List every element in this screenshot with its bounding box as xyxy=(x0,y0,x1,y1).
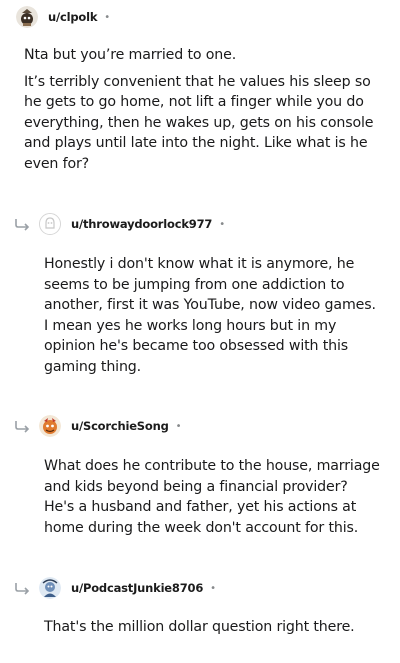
reply-arrow-icon xyxy=(15,421,30,433)
comment-paragraph: What does he contribute to the house, ma… xyxy=(44,458,380,536)
comment-header: u/PodcastJunkie8706 • xyxy=(39,576,216,600)
comment-body: Nta but you’re married to one. It’s terr… xyxy=(24,45,386,175)
separator-dot: • xyxy=(219,218,226,230)
comment-header: u/ScorchieSong • xyxy=(39,414,182,438)
avatar[interactable] xyxy=(39,213,61,235)
comment-header: u/clpolk • xyxy=(16,5,110,29)
avatar[interactable] xyxy=(39,577,61,599)
comment-paragraph: That's the million dollar question right… xyxy=(44,619,355,635)
avatar[interactable] xyxy=(16,6,38,28)
reply-arrow-icon xyxy=(15,219,30,231)
username[interactable]: u/PodcastJunkie8706 xyxy=(71,581,203,595)
username[interactable]: u/clpolk xyxy=(48,10,97,24)
separator-dot: • xyxy=(210,582,217,594)
separator-dot: • xyxy=(175,420,182,432)
username[interactable]: u/throwaydoorlock977 xyxy=(71,217,212,231)
comment-body: That's the million dollar question right… xyxy=(44,617,382,638)
comment-body: What does he contribute to the house, ma… xyxy=(44,456,382,538)
comment-paragraph: Honestly i don't know what it is anymore… xyxy=(44,256,376,375)
avatar[interactable] xyxy=(39,415,61,437)
reply-arrow-icon xyxy=(15,583,30,595)
comment-body: Honestly i don't know what it is anymore… xyxy=(44,254,382,378)
comment-paragraph: Nta but you’re married to one. xyxy=(24,47,237,63)
username[interactable]: u/ScorchieSong xyxy=(71,419,169,433)
comment-header: u/throwaydoorlock977 • xyxy=(39,212,225,236)
separator-dot: • xyxy=(104,11,111,23)
comment-paragraph: It’s terribly convenient that he values … xyxy=(24,73,374,172)
